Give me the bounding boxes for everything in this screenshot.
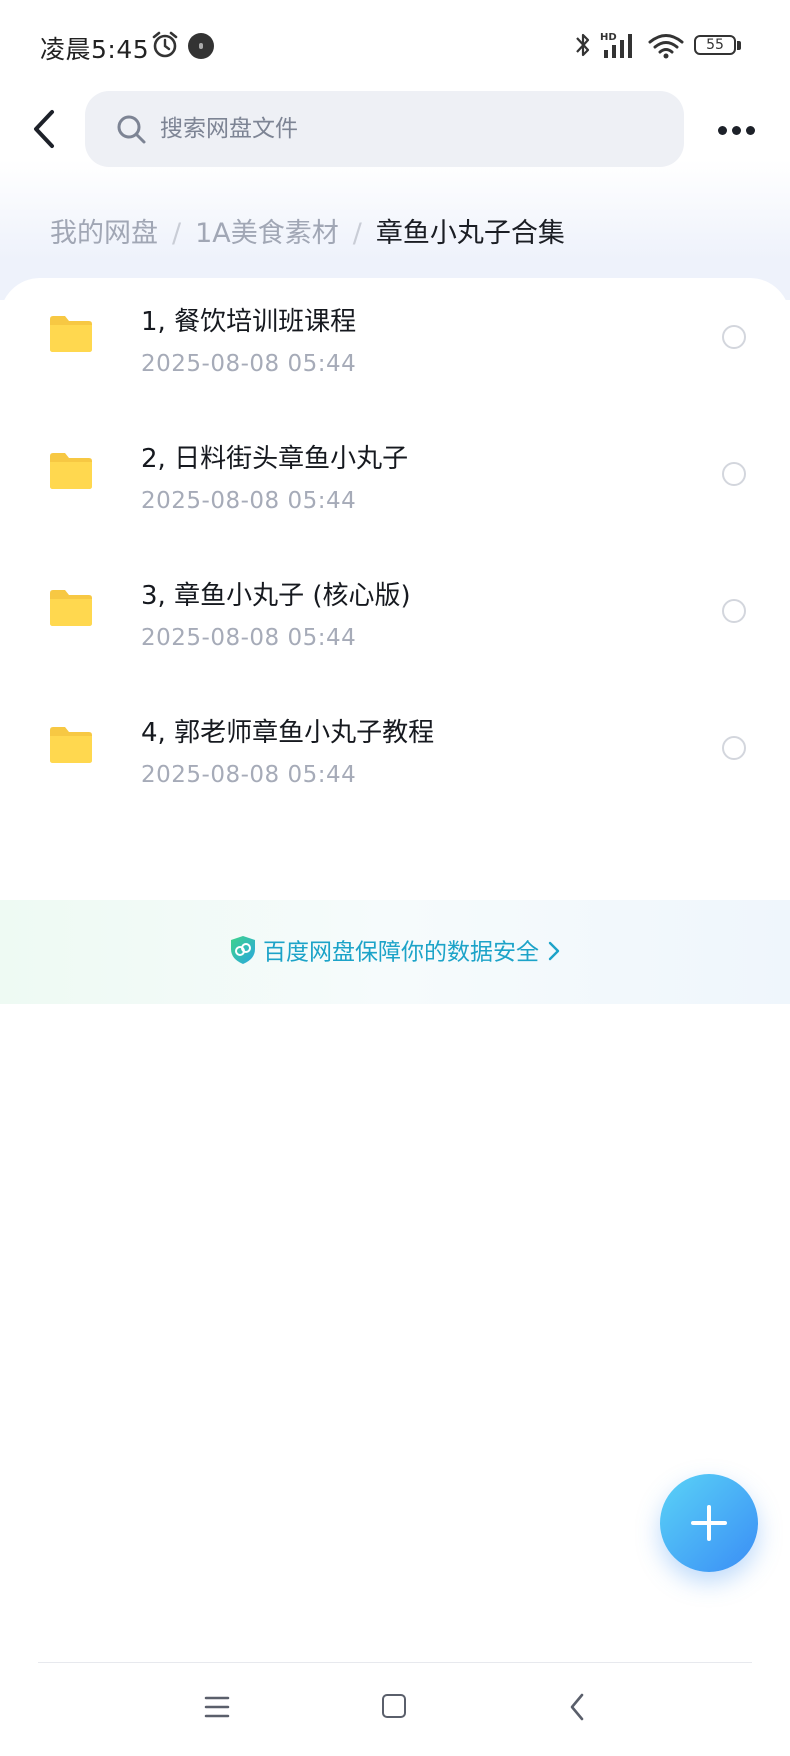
wifi-icon xyxy=(648,34,684,59)
breadcrumb-item-food-materials[interactable]: 1A美食素材 xyxy=(195,218,339,249)
notification-icon xyxy=(188,33,214,59)
security-banner[interactable]: 百度网盘保障你的数据安全 xyxy=(0,900,790,1004)
breadcrumb: 我的网盘 / 1A美食素材 / 章鱼小丸子合集 xyxy=(50,214,565,254)
nav-back-icon[interactable] xyxy=(568,1692,586,1722)
menu-icon[interactable] xyxy=(204,1694,230,1720)
file-date: 2025-08-08 05:44 xyxy=(141,488,357,514)
select-checkbox[interactable] xyxy=(722,325,746,349)
bluetooth-icon xyxy=(576,33,590,57)
breadcrumb-separator: / xyxy=(172,218,182,249)
security-text: 百度网盘保障你的数据安全 xyxy=(263,939,539,966)
file-name: 2, 日料街头章鱼小丸子 xyxy=(141,444,409,474)
breadcrumb-current: 章鱼小丸子合集 xyxy=(375,218,565,249)
file-row[interactable]: 3, 章鱼小丸子 (核心版) 2025-08-08 05:44 xyxy=(0,552,790,689)
file-row[interactable]: 1, 餐饮培训班课程 2025-08-08 05:44 xyxy=(0,278,790,415)
alarm-icon xyxy=(152,31,178,58)
battery-icon: 55 xyxy=(694,35,742,57)
file-date: 2025-08-08 05:44 xyxy=(141,351,357,377)
select-checkbox[interactable] xyxy=(722,736,746,760)
status-bar: 凌晨5:45 HD 55 xyxy=(0,0,790,92)
file-name: 1, 餐饮培训班课程 xyxy=(141,307,357,337)
home-icon[interactable] xyxy=(382,1694,406,1718)
search-placeholder: 搜索网盘文件 xyxy=(160,116,298,142)
breadcrumb-separator: / xyxy=(352,218,362,249)
breadcrumb-item-my-netdisk[interactable]: 我的网盘 xyxy=(50,218,158,249)
svg-text:HD: HD xyxy=(600,32,617,43)
status-time: 凌晨5:45 xyxy=(40,35,150,64)
folder-icon xyxy=(50,727,92,763)
add-button[interactable] xyxy=(660,1474,758,1572)
file-date: 2025-08-08 05:44 xyxy=(141,625,357,651)
chevron-right-icon xyxy=(548,941,560,960)
shield-icon xyxy=(231,935,255,964)
folder-icon xyxy=(50,316,92,352)
more-options-button[interactable] xyxy=(712,112,760,148)
nav-divider xyxy=(38,1662,752,1663)
select-checkbox[interactable] xyxy=(722,462,746,486)
battery-level: 55 xyxy=(706,37,724,53)
file-date: 2025-08-08 05:44 xyxy=(141,762,357,788)
folder-icon xyxy=(50,590,92,626)
file-name: 3, 章鱼小丸子 (核心版) xyxy=(141,581,411,611)
file-name: 4, 郭老师章鱼小丸子教程 xyxy=(141,718,435,748)
search-input[interactable]: 搜索网盘文件 xyxy=(85,91,684,167)
select-checkbox[interactable] xyxy=(722,599,746,623)
file-row[interactable]: 2, 日料街头章鱼小丸子 2025-08-08 05:44 xyxy=(0,415,790,552)
back-button[interactable] xyxy=(26,104,66,154)
search-icon xyxy=(117,115,146,144)
file-row[interactable]: 4, 郭老师章鱼小丸子教程 2025-08-08 05:44 xyxy=(0,689,790,826)
plus-icon xyxy=(691,1505,727,1541)
folder-icon xyxy=(50,453,92,489)
signal-icon: HD xyxy=(600,32,632,58)
